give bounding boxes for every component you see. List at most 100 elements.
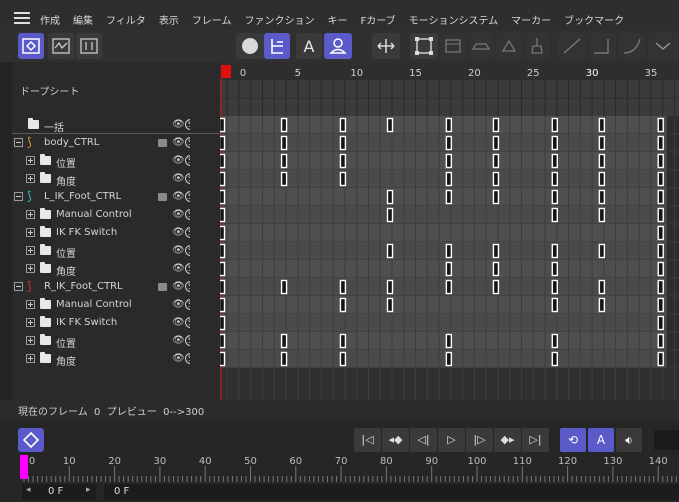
expand-toggle-icon[interactable]	[26, 174, 35, 183]
visibility-eye-icon[interactable]: 👁︎	[172, 299, 185, 310]
collapse-toggle-icon[interactable]	[14, 192, 23, 201]
keyframe-marker[interactable]	[551, 153, 558, 169]
text-a-button[interactable]: A	[296, 33, 322, 59]
keyframe-marker[interactable]	[218, 333, 226, 349]
motion-mode-button[interactable]	[76, 33, 102, 59]
keyframe-marker[interactable]	[598, 279, 606, 295]
film-button[interactable]	[440, 33, 466, 59]
car-button[interactable]	[468, 33, 494, 59]
expand-toggle-icon[interactable]	[26, 264, 35, 273]
frame-ruler[interactable]: 0 5 10 15 20 25 30 35	[220, 62, 679, 116]
end-frame-field[interactable]: 0 F	[104, 484, 679, 500]
keyframe-marker[interactable]	[445, 171, 453, 187]
keyframe-marker[interactable]	[445, 135, 453, 151]
step-curve-button[interactable]	[588, 33, 616, 59]
expand-toggle-icon[interactable]	[26, 156, 35, 165]
expand-toggle-icon[interactable]	[26, 210, 35, 219]
keyframe-marker[interactable]	[339, 297, 347, 313]
keyframe-marker[interactable]	[657, 135, 664, 151]
brush-button[interactable]	[524, 33, 550, 59]
keyframe-marker[interactable]	[218, 117, 226, 133]
tag-icon[interactable]	[158, 193, 167, 201]
sound-button[interactable]: 🔉︎	[616, 428, 642, 452]
keyframe-marker[interactable]	[339, 333, 347, 349]
menu-item-4[interactable]: フレーム	[192, 12, 232, 27]
frame-field-right[interactable]	[654, 430, 679, 450]
keyframe-marker[interactable]	[280, 171, 288, 187]
menu-item-0[interactable]: 作成	[40, 12, 60, 27]
expand-toggle-icon[interactable]	[26, 300, 35, 309]
keyframe-marker[interactable]	[492, 243, 500, 259]
visibility-eye-icon[interactable]: 👁︎	[172, 209, 185, 220]
keyframe-marker[interactable]	[218, 351, 226, 367]
keyframe-marker[interactable]	[598, 189, 606, 205]
play-button[interactable]: ▷	[438, 428, 465, 452]
keyframe-marker[interactable]	[218, 153, 226, 169]
visibility-eye-icon[interactable]: 👁︎	[172, 335, 185, 346]
keyframe-marker[interactable]	[492, 171, 500, 187]
hamburger-menu-icon[interactable]	[14, 12, 30, 24]
keyframe-marker[interactable]	[551, 207, 558, 223]
current-frame-field[interactable]: ◂ 0 F ▸	[22, 484, 96, 500]
track-row[interactable]: ⟆R_IK_Foot_CTRL👁︎S	[12, 278, 220, 296]
sphere-button[interactable]	[236, 33, 264, 59]
keyframe-marker[interactable]	[218, 207, 226, 223]
next-frame-button[interactable]: |▷	[466, 428, 493, 452]
menu-item-6[interactable]: キー	[328, 12, 348, 27]
keyframe-marker[interactable]	[386, 297, 394, 313]
ease-curve-button[interactable]	[618, 33, 646, 59]
keyframe-marker[interactable]	[339, 153, 347, 169]
track-row[interactable]: 角度👁︎S	[12, 170, 220, 188]
expand-toggle-icon[interactable]	[26, 318, 35, 327]
keyframe-marker[interactable]	[280, 117, 288, 133]
keyframe-marker[interactable]	[280, 135, 288, 151]
visibility-eye-icon[interactable]: 👁︎	[172, 137, 185, 148]
keyframe-marker[interactable]	[445, 279, 453, 295]
keyframe-marker[interactable]	[339, 351, 347, 367]
keyframe-marker[interactable]	[218, 171, 226, 187]
keyframe-marker[interactable]	[598, 135, 606, 151]
visibility-eye-icon[interactable]: 👁︎	[172, 263, 185, 274]
keyframe-marker[interactable]	[386, 279, 394, 295]
track-row[interactable]: IK FK Switch👁︎S	[12, 224, 220, 242]
keyframe-marker[interactable]	[551, 351, 558, 367]
keyframe-marker[interactable]	[657, 333, 664, 349]
keyframe-marker[interactable]	[339, 279, 347, 295]
collapse-toggle-icon[interactable]	[14, 138, 23, 147]
visibility-eye-icon[interactable]: 👁︎	[172, 191, 185, 202]
keyframe-marker[interactable]	[657, 297, 664, 313]
visibility-eye-icon[interactable]: 👁︎	[172, 173, 185, 184]
menu-item-7[interactable]: Fカーブ	[361, 12, 396, 27]
keyframe-marker[interactable]	[551, 279, 558, 295]
expand-toggle-icon[interactable]	[26, 354, 35, 363]
prev-frame-button[interactable]: ◁|	[410, 428, 437, 452]
user-button[interactable]	[324, 33, 352, 59]
auto-key-button[interactable]: A	[588, 428, 614, 452]
keyframe-marker[interactable]	[551, 117, 558, 133]
menu-item-3[interactable]: 表示	[159, 12, 179, 27]
track-row[interactable]: Manual Control👁︎S	[12, 206, 220, 224]
track-row[interactable]: ⟆body_CTRL👁︎S	[12, 134, 220, 152]
keyframe-marker[interactable]	[657, 279, 664, 295]
keyframe-marker[interactable]	[445, 153, 453, 169]
keyframe-marker[interactable]	[386, 117, 394, 133]
keyframe-marker[interactable]	[657, 261, 664, 277]
keyframe-marker[interactable]	[280, 333, 288, 349]
keyframe-marker[interactable]	[492, 153, 500, 169]
keyframe-marker[interactable]	[657, 171, 664, 187]
linear-curve-button[interactable]	[558, 33, 586, 59]
keyframe-marker[interactable]	[445, 189, 453, 205]
track-row[interactable]: 角度👁︎S	[12, 350, 220, 368]
playhead-marker[interactable]	[221, 65, 231, 78]
keyframe-marker[interactable]	[657, 207, 664, 223]
visibility-eye-icon[interactable]: 👁︎	[172, 119, 185, 130]
expand-toggle-icon[interactable]	[26, 246, 35, 255]
track-row[interactable]: ⟆L_IK_Foot_CTRL👁︎S	[12, 188, 220, 206]
record-key-button[interactable]	[18, 428, 44, 452]
keyframe-marker[interactable]	[218, 297, 226, 313]
motion-path-button[interactable]	[496, 33, 522, 59]
keyframe-marker[interactable]	[339, 171, 347, 187]
more-button[interactable]	[648, 33, 679, 59]
keyframe-marker[interactable]	[657, 243, 664, 259]
timeline-playhead[interactable]	[20, 455, 28, 479]
